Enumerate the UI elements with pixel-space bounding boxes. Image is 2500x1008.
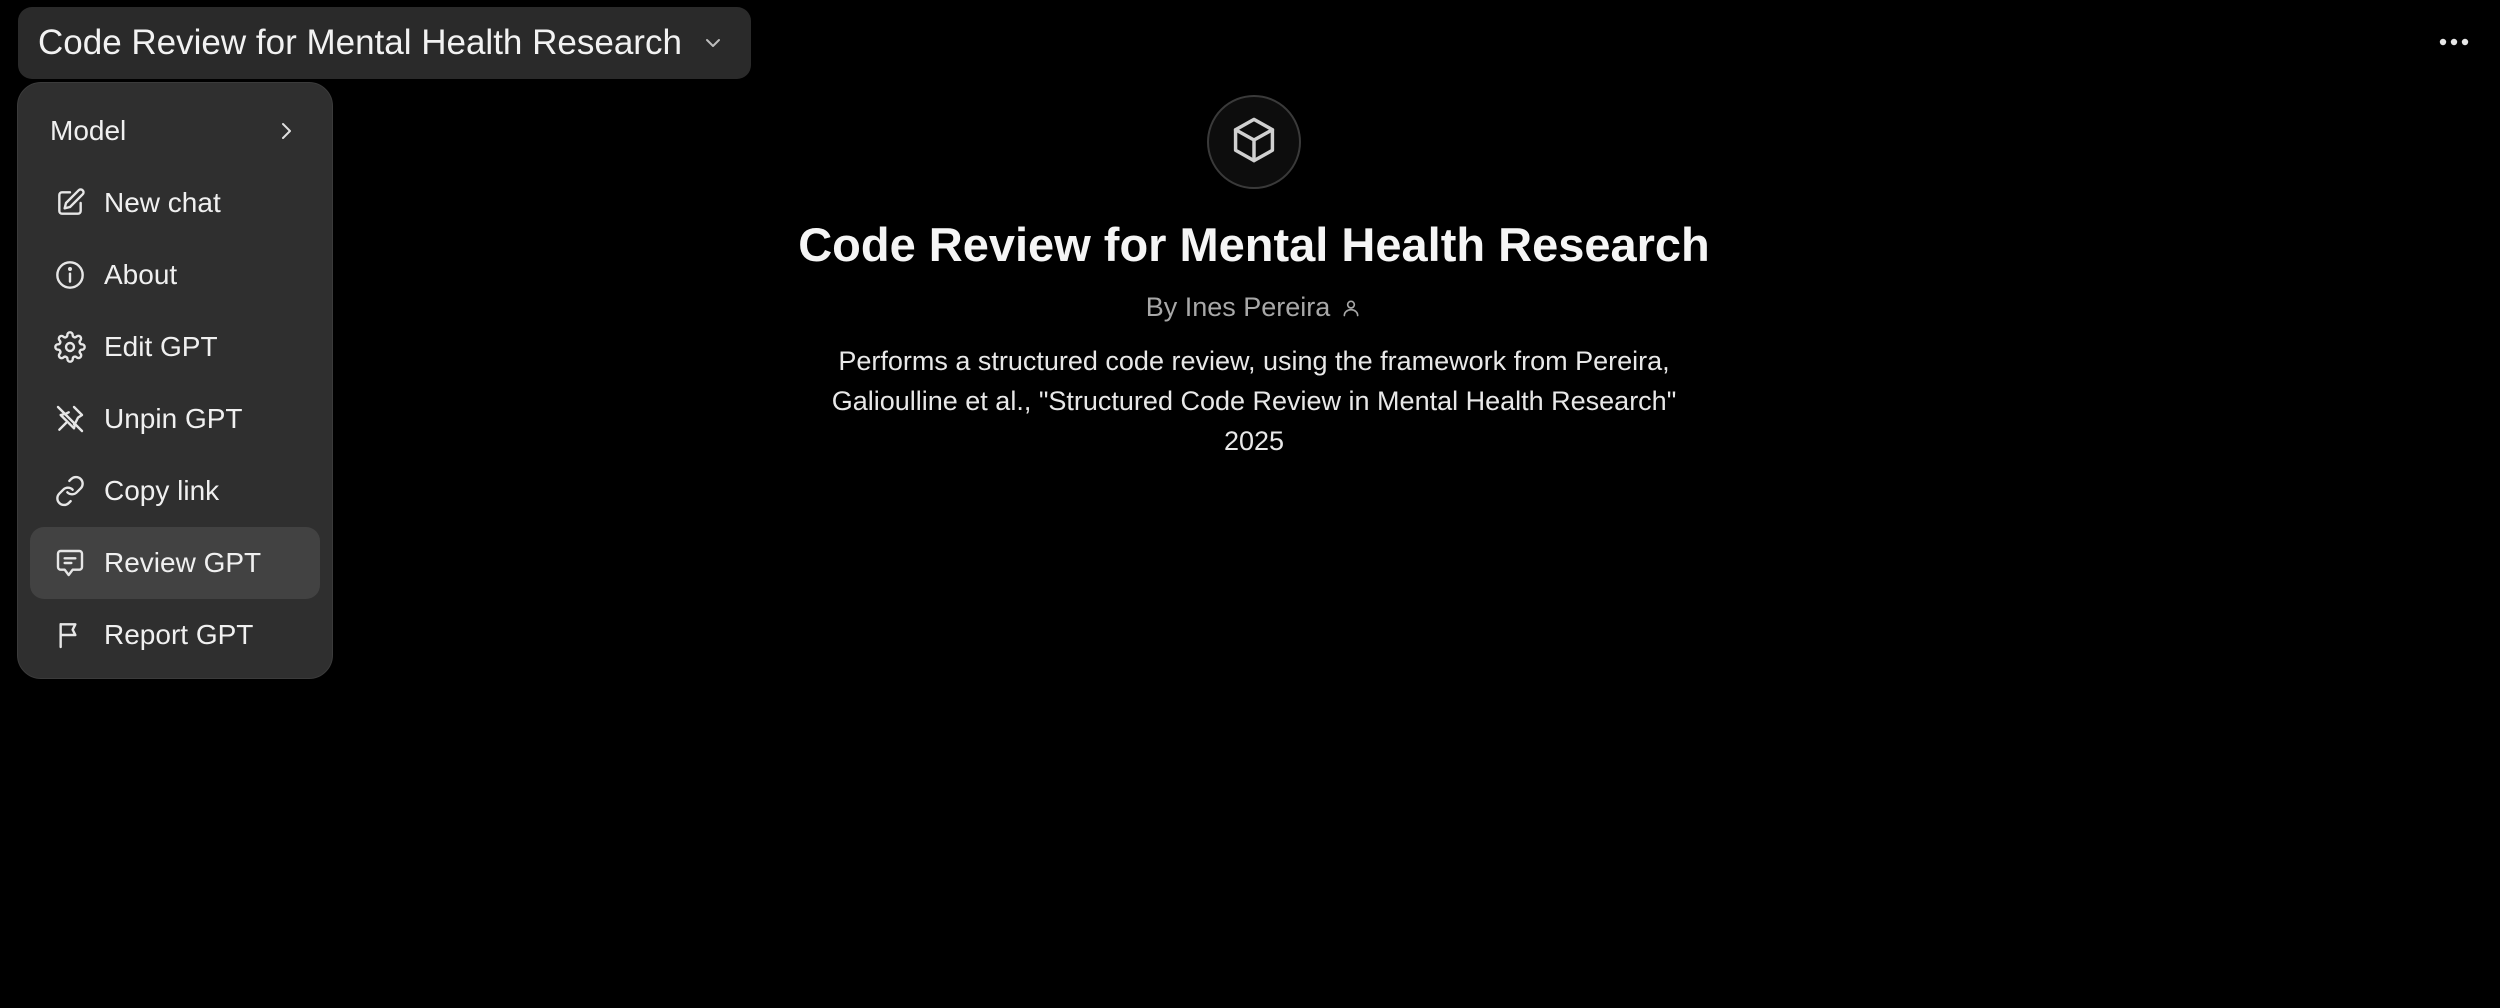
review-icon bbox=[52, 545, 88, 581]
gpt-name: Code Review for Mental Health Research bbox=[798, 218, 1710, 271]
chevron-down-icon bbox=[698, 28, 728, 58]
menu-item-label: Review GPT bbox=[104, 547, 262, 578]
flag-icon bbox=[52, 617, 88, 653]
more-options-button[interactable] bbox=[2426, 18, 2482, 68]
gpt-author: By Ines Pereira bbox=[1146, 292, 1363, 323]
gpt-description: Performs a structured code review, using… bbox=[831, 346, 1677, 456]
gpt-selector-title: Code Review for Mental Health Research bbox=[38, 23, 682, 62]
gpt-selector-button[interactable]: Code Review for Mental Health Research bbox=[18, 7, 751, 79]
menu-item-copy-link[interactable]: Copy link bbox=[30, 455, 320, 527]
link-icon bbox=[52, 473, 88, 509]
ellipsis-icon bbox=[2438, 34, 2470, 52]
cube-icon bbox=[1228, 114, 1280, 171]
menu-item-label: Copy link bbox=[104, 475, 220, 506]
gpt-avatar bbox=[1207, 95, 1301, 189]
author-name[interactable]: By Ines Pereira bbox=[1146, 292, 1331, 323]
person-icon bbox=[1340, 297, 1362, 319]
app-window: Code Review for Mental Health Research M… bbox=[0, 0, 2500, 1008]
menu-item-label: Report GPT bbox=[104, 619, 254, 650]
menu-item-review-gpt[interactable]: Review GPT bbox=[30, 527, 320, 599]
menu-item-report-gpt[interactable]: Report GPT bbox=[30, 599, 320, 671]
gpt-info-panel: Code Review for Mental Health Research B… bbox=[0, 95, 2500, 461]
